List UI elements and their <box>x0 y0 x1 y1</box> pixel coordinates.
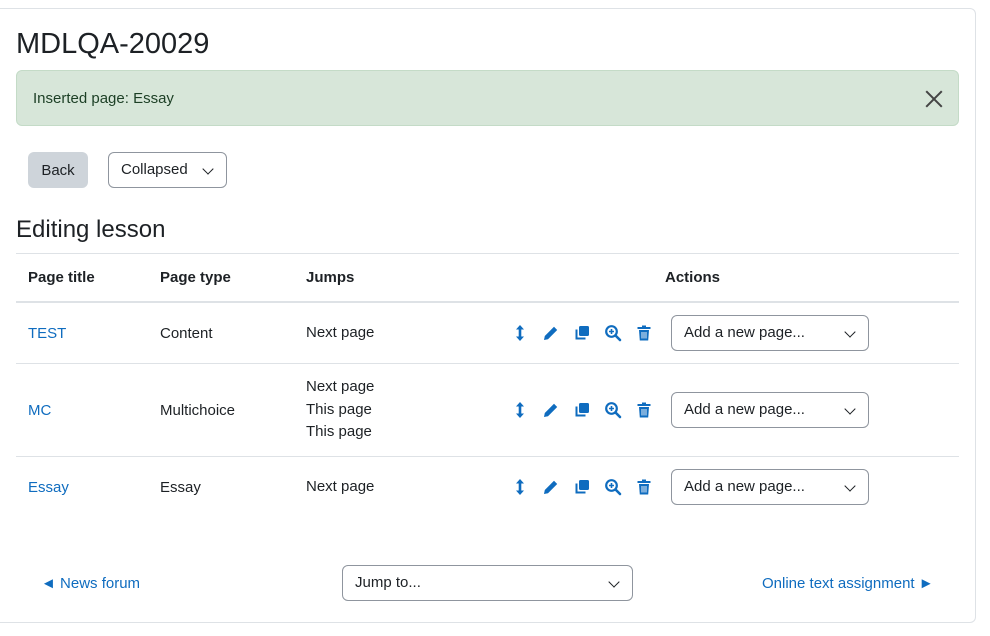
row-actions <box>510 477 654 497</box>
chevron-down-icon <box>844 480 856 492</box>
close-icon[interactable] <box>924 89 944 109</box>
chevron-down-icon <box>844 403 856 415</box>
jump-item: Next page <box>306 324 375 341</box>
add-page-select[interactable]: Add a new page... <box>671 392 869 428</box>
page-type: Multichoice <box>160 402 236 419</box>
jump-to-select[interactable]: Jump to... <box>342 565 633 601</box>
jump-to-value: Jump to... <box>355 574 421 591</box>
duplicate-icon[interactable] <box>572 400 592 420</box>
page-type: Essay <box>160 479 201 496</box>
section-heading: Editing lesson <box>16 216 166 243</box>
success-alert: Inserted page: Essay <box>16 70 959 126</box>
move-icon[interactable] <box>510 400 530 420</box>
chevron-down-icon <box>608 576 620 588</box>
next-activity-link[interactable]: Online text assignment ► <box>762 575 934 592</box>
header-jumps: Jumps <box>306 269 355 286</box>
jump-item: Next page <box>306 478 375 495</box>
table-row: TEST Content Next page Add a new page... <box>16 303 959 364</box>
prev-activity-link[interactable]: ◄ News forum <box>41 575 140 592</box>
edit-icon[interactable] <box>541 323 561 343</box>
edit-icon[interactable] <box>541 477 561 497</box>
chevron-down-icon <box>202 163 214 175</box>
page-title-link[interactable]: Essay <box>28 479 69 496</box>
page-title: MDLQA-20029 <box>16 28 210 60</box>
table-row: Essay Essay Next page Add a new page... <box>16 457 959 519</box>
preview-icon[interactable] <box>603 477 623 497</box>
view-mode-select[interactable]: Collapsed <box>108 152 227 188</box>
header-page-title: Page title <box>28 269 95 286</box>
delete-icon[interactable] <box>634 323 654 343</box>
add-page-value: Add a new page... <box>684 401 805 418</box>
page-title-link[interactable]: TEST <box>28 325 66 342</box>
move-icon[interactable] <box>510 323 530 343</box>
duplicate-icon[interactable] <box>572 477 592 497</box>
page-type: Content <box>160 325 213 342</box>
add-page-select[interactable]: Add a new page... <box>671 469 869 505</box>
preview-icon[interactable] <box>603 323 623 343</box>
duplicate-icon[interactable] <box>572 323 592 343</box>
table-top-divider <box>16 253 959 254</box>
table-row: MC Multichoice Next page This page This … <box>16 364 959 457</box>
move-icon[interactable] <box>510 477 530 497</box>
chevron-down-icon <box>844 326 856 338</box>
preview-icon[interactable] <box>603 400 623 420</box>
header-page-type: Page type <box>160 269 231 286</box>
jump-item: This page <box>306 423 372 440</box>
jumps-list: Next page This page This page <box>306 376 374 444</box>
add-page-value: Add a new page... <box>684 324 805 341</box>
add-page-select[interactable]: Add a new page... <box>671 315 869 351</box>
alert-message: Inserted page: Essay <box>33 90 174 107</box>
add-page-value: Add a new page... <box>684 478 805 495</box>
delete-icon[interactable] <box>634 400 654 420</box>
jump-item: Next page <box>306 378 375 395</box>
page-title-link[interactable]: MC <box>28 402 51 419</box>
edit-icon[interactable] <box>541 400 561 420</box>
jumps-list: Next page <box>306 476 374 499</box>
header-actions: Actions <box>665 269 721 286</box>
delete-icon[interactable] <box>634 477 654 497</box>
view-mode-value: Collapsed <box>121 161 188 178</box>
jumps-list: Next page <box>306 322 374 345</box>
back-button[interactable]: Back <box>28 152 88 188</box>
row-actions <box>510 400 654 420</box>
jump-item: This page <box>306 400 372 418</box>
row-actions <box>510 323 654 343</box>
